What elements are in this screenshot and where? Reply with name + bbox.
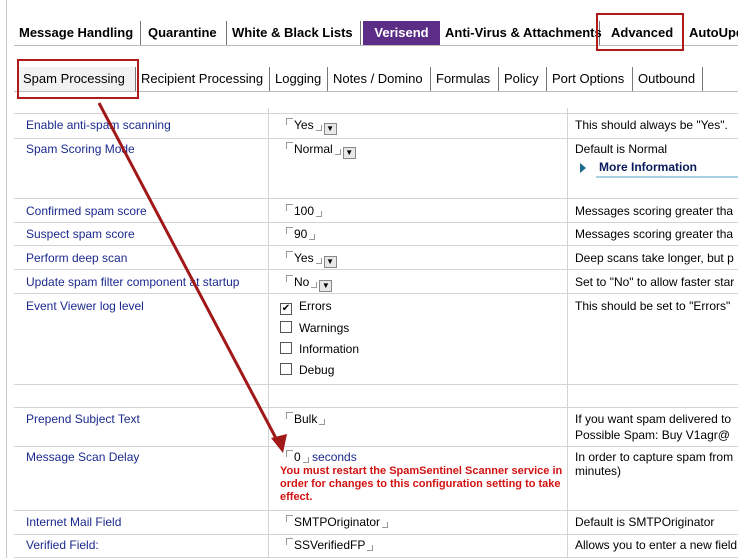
arrow-shaft — [97, 102, 281, 445]
arrow-head — [271, 434, 287, 453]
annotation-arrow — [97, 102, 287, 453]
